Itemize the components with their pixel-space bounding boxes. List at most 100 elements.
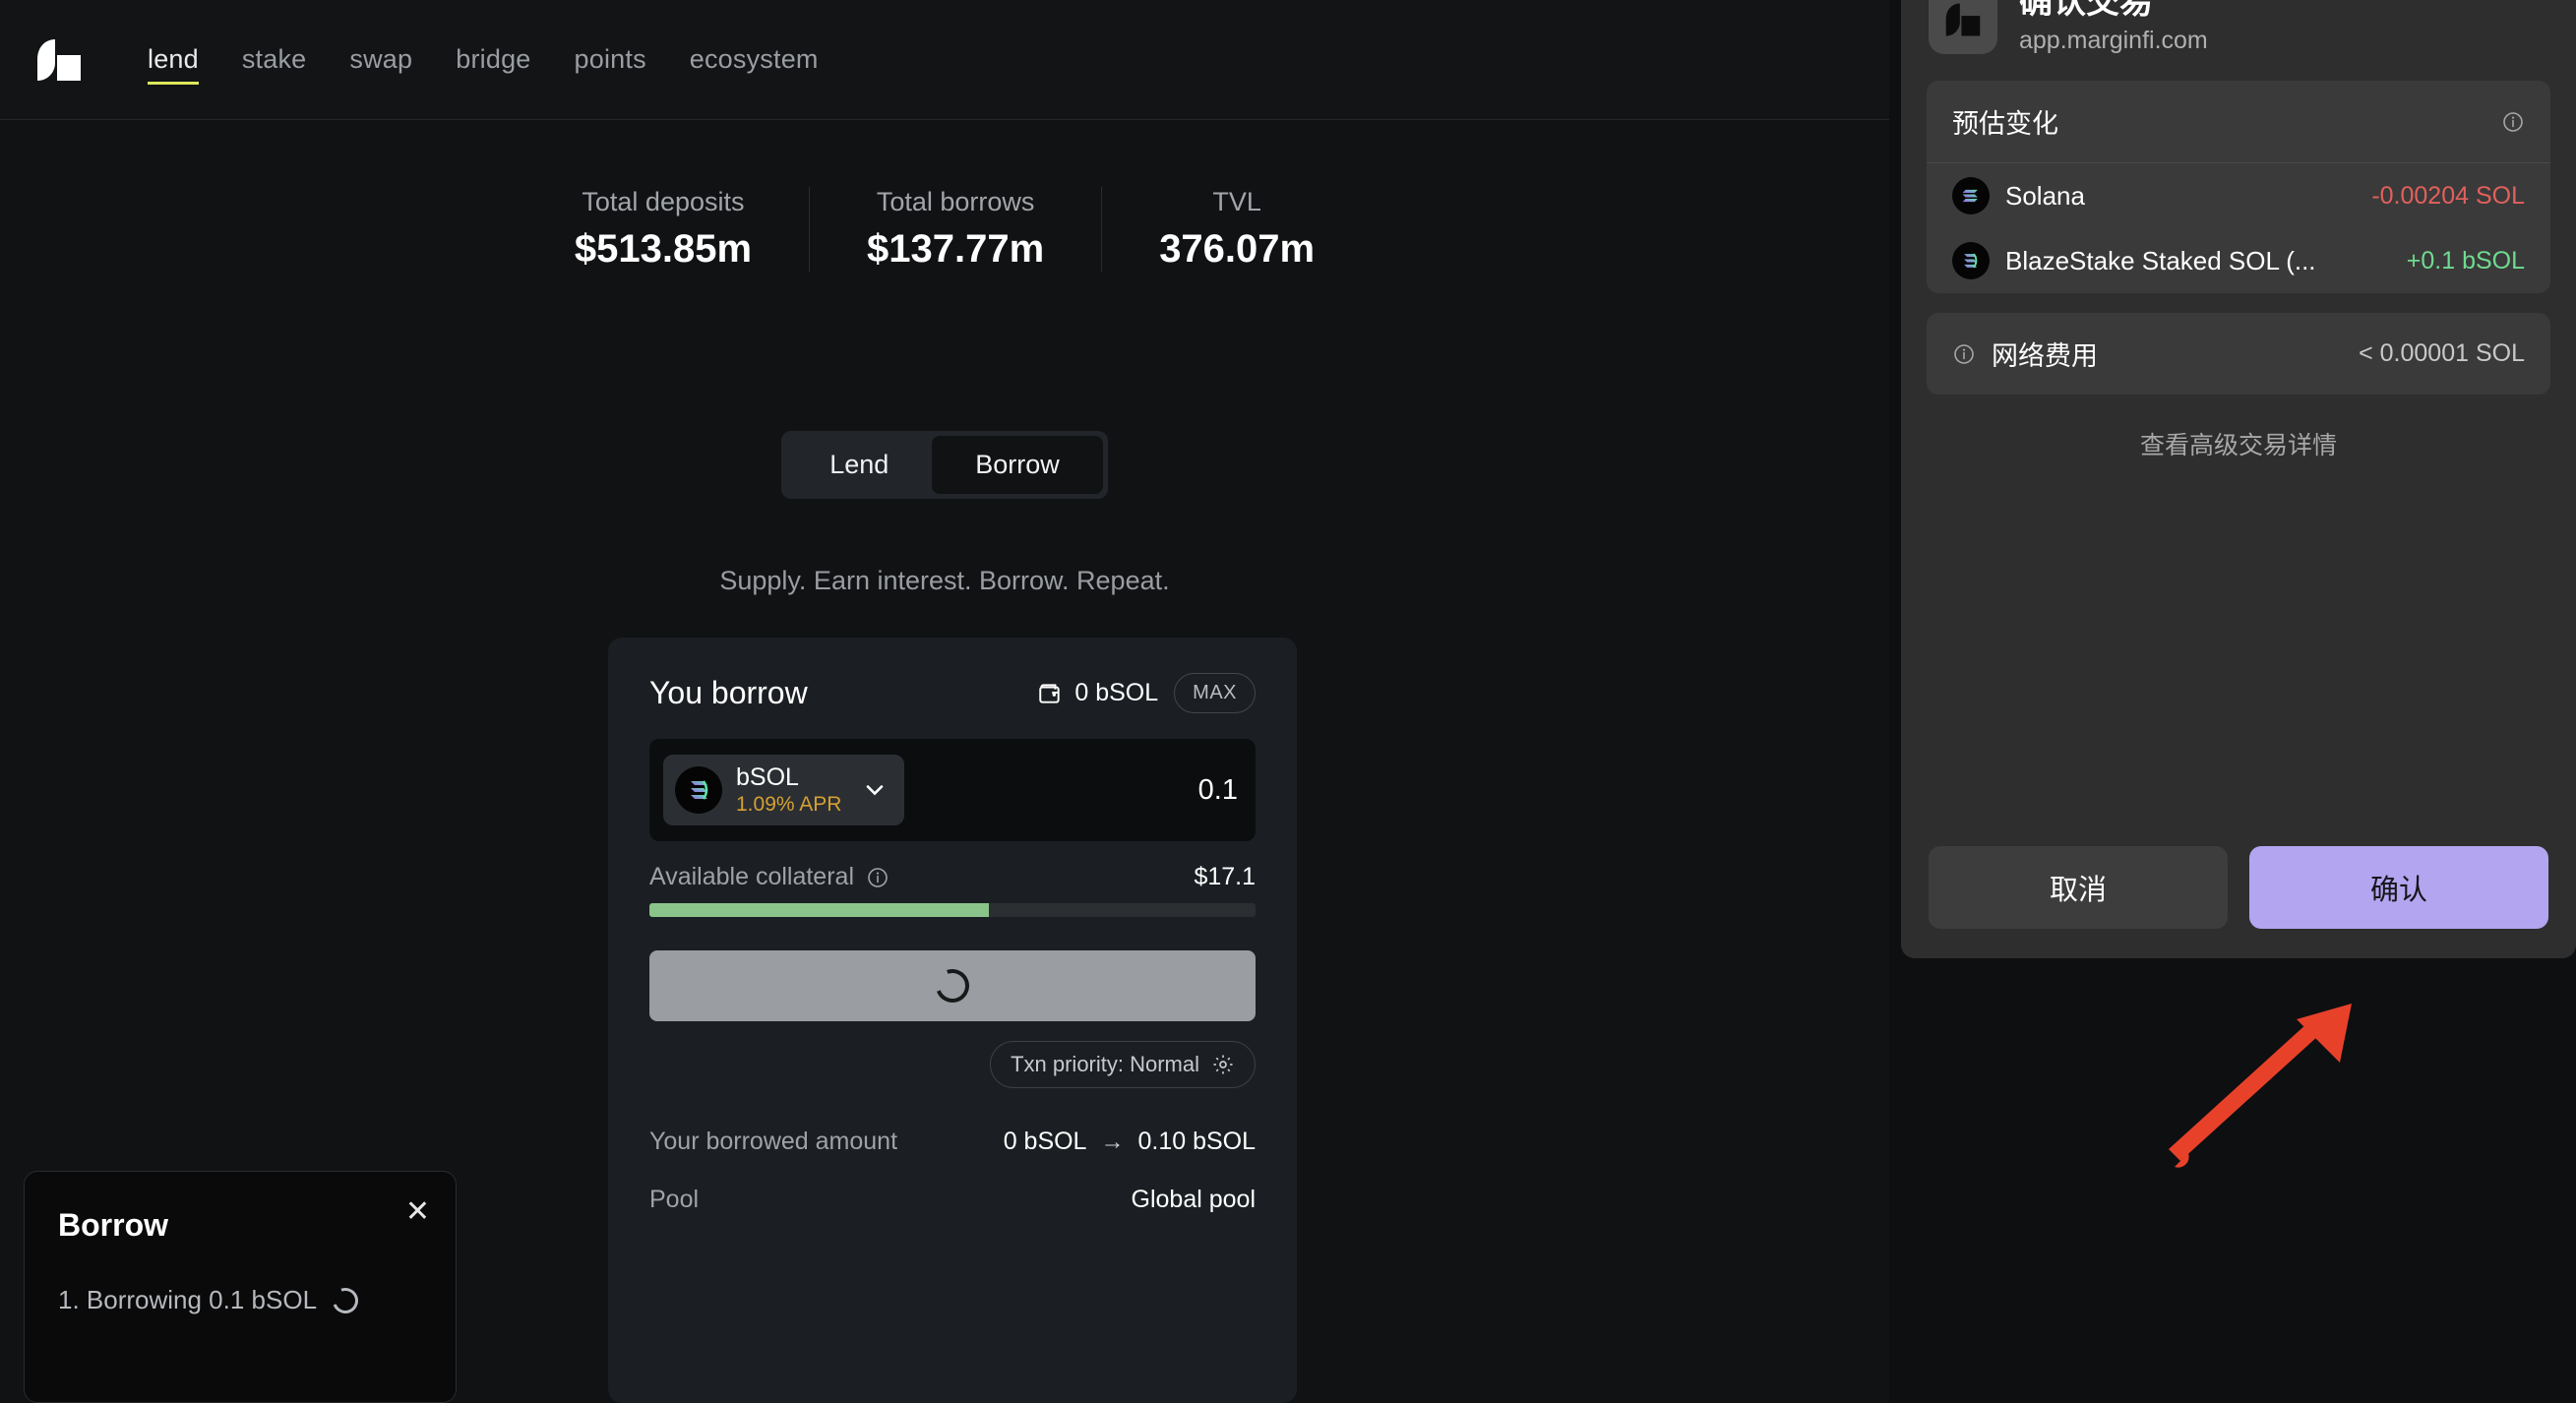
network-fee-value: < 0.00001 SOL	[2359, 339, 2525, 368]
stat-tvl: TVL 376.07m	[1101, 187, 1372, 272]
estimated-change-row: Solana -0.00204 SOL	[1927, 163, 2550, 228]
lend-borrow-toggle-wrap: Lend Borrow	[0, 431, 1889, 499]
nav-link-lend[interactable]: lend	[126, 38, 220, 85]
detail-value-to: 0.10 bSOL	[1137, 1128, 1256, 1155]
detail-value: Global pool	[1131, 1186, 1256, 1213]
wallet-confirm-panel: 确认交易 app.marginfi.com 预估变化 Solana -0.002…	[1901, 0, 2576, 958]
nav-links: lend stake swap bridge points ecosystem	[126, 38, 840, 85]
tagline: Supply. Earn interest. Borrow. Repeat.	[719, 566, 1170, 595]
token-selector[interactable]: bSOL 1.09% APR	[663, 754, 905, 826]
close-icon[interactable]: ✕	[405, 1197, 430, 1227]
stat-value: 376.07m	[1159, 227, 1316, 271]
token-info: BlazeStake Staked SOL (...	[1952, 242, 2316, 280]
info-icon[interactable]	[866, 866, 889, 889]
marginfi-app: lend stake swap bridge points ecosystem …	[0, 0, 1889, 1403]
network-fee-label: 网络费用	[1992, 341, 2098, 372]
stat-value: $513.85m	[574, 227, 753, 271]
stat-label: TVL	[1212, 187, 1261, 216]
wallet-panel-host: app.marginfi.com	[2019, 27, 2208, 55]
available-collateral-value: $17.1	[1194, 863, 1256, 890]
tab-lend[interactable]: Lend	[786, 436, 932, 494]
estimated-changes-card: 预估变化 Solana -0.00204 SOL BlazeStake Stak…	[1927, 81, 2550, 294]
toast-step-label: 1. Borrowing 0.1 bSOL	[58, 1285, 318, 1314]
collateral-label-text: Available collateral	[649, 863, 854, 890]
network-fee-card: 网络费用 < 0.00001 SOL	[1927, 313, 2550, 396]
spinner-icon	[328, 1283, 363, 1317]
top-navigation-bar: lend stake swap bridge points ecosystem	[0, 0, 1889, 120]
available-collateral-row: Available collateral $17.1	[649, 863, 1256, 891]
detail-value-from: 0 bSOL	[1003, 1128, 1087, 1155]
protocol-stats: Total deposits $513.85m Total borrows $1…	[0, 187, 1889, 272]
estimated-change-row: BlazeStake Staked SOL (... +0.1 bSOL	[1927, 228, 2550, 293]
txn-priority-label: Txn priority: Normal	[1011, 1052, 1199, 1076]
network-fee-label-group: 网络费用	[1952, 335, 2098, 373]
cancel-button[interactable]: 取消	[1929, 846, 2228, 929]
token-meta: bSOL 1.09% APR	[736, 762, 842, 817]
available-collateral-label: Available collateral	[649, 863, 889, 891]
wallet-panel-body: 预估变化 Solana -0.00204 SOL BlazeStake Stak…	[1901, 81, 2576, 467]
token-apr: 1.09% APR	[736, 793, 842, 817]
marginfi-logo-icon[interactable]	[24, 30, 94, 91]
wallet-panel-title: 确认交易	[2019, 0, 2153, 21]
info-icon[interactable]	[2501, 110, 2525, 134]
borrow-submit-button[interactable]	[649, 950, 1256, 1021]
borrow-card-header-right: 0 bSOL MAX	[1037, 673, 1256, 713]
wallet-balance: 0 bSOL	[1037, 679, 1158, 707]
token-name: Solana	[2005, 180, 2085, 211]
borrow-amount-row: bSOL 1.09% APR 0.1	[649, 739, 1256, 841]
red-arrow-annotation-icon	[2145, 964, 2421, 1186]
txn-priority-button[interactable]: Txn priority: Normal	[990, 1041, 1256, 1088]
estimated-changes-heading: 预估变化	[1952, 109, 2058, 140]
wallet-panel-footer: 取消 确认	[1901, 823, 2576, 958]
nav-link-label: bridge	[456, 44, 531, 74]
stat-total-deposits: Total deposits $513.85m	[518, 187, 809, 272]
bsol-token-icon	[1952, 242, 1990, 280]
gear-icon[interactable]	[1211, 1053, 1235, 1076]
token-symbol: bSOL	[736, 762, 799, 791]
borrow-card-header: You borrow 0 bSOL MAX	[649, 673, 1256, 713]
max-button[interactable]: MAX	[1174, 673, 1256, 713]
token-delta-amount: +0.1 bSOL	[2406, 246, 2525, 274]
detail-label: Your borrowed amount	[649, 1128, 898, 1155]
toast-title: Borrow	[58, 1207, 168, 1243]
wallet-panel-header: 确认交易 app.marginfi.com	[1901, 0, 2576, 81]
nav-link-points[interactable]: points	[553, 38, 668, 81]
bsol-token-icon	[675, 766, 722, 814]
token-name: BlazeStake Staked SOL (...	[2005, 245, 2316, 275]
nav-link-label: points	[574, 44, 646, 74]
detail-row-pool: Pool Global pool	[649, 1178, 1256, 1236]
stat-value: $137.77m	[867, 227, 1045, 271]
borrow-toast: ✕ Borrow 1. Borrowing 0.1 bSOL	[24, 1171, 457, 1403]
estimated-changes-header: 预估变化	[1927, 81, 2550, 164]
solana-token-icon	[1952, 177, 1990, 215]
nav-link-label: stake	[241, 44, 307, 74]
nav-link-stake[interactable]: stake	[220, 38, 329, 81]
nav-link-ecosystem[interactable]: ecosystem	[668, 38, 840, 81]
nav-link-bridge[interactable]: bridge	[434, 38, 552, 81]
arrow-right-icon: →	[1100, 1128, 1125, 1155]
token-info: Solana	[1952, 177, 2085, 215]
borrow-card: You borrow 0 bSOL MAX bSOL 1.09% APR 0.1…	[608, 638, 1297, 1403]
nav-link-label: lend	[148, 44, 199, 74]
detail-value: 0 bSOL → 0.10 bSOL	[1004, 1128, 1256, 1156]
borrow-amount-input[interactable]: 0.1	[1198, 774, 1238, 807]
lend-borrow-toggle: Lend Borrow	[781, 431, 1108, 499]
advanced-details-link[interactable]: 查看高级交易详情	[1927, 420, 2550, 467]
confirm-button[interactable]: 确认	[2249, 846, 2548, 929]
wallet-panel-header-text: 确认交易 app.marginfi.com	[2019, 0, 2208, 55]
chevron-down-icon[interactable]	[861, 776, 889, 804]
wallet-balance-value: 0 bSOL	[1074, 679, 1159, 706]
txn-priority-row: Txn priority: Normal	[649, 1041, 1256, 1088]
page-title: You borrow	[649, 675, 808, 710]
toast-step: 1. Borrowing 0.1 bSOL	[58, 1283, 422, 1317]
marginfi-app-icon	[1929, 0, 1997, 55]
stat-total-borrows: Total borrows $137.77m	[809, 187, 1101, 272]
nav-link-swap[interactable]: swap	[328, 38, 434, 81]
wallet-icon	[1037, 681, 1063, 706]
collateral-progress-fill	[649, 903, 989, 917]
nav-link-label: swap	[349, 44, 413, 74]
info-icon[interactable]	[1952, 342, 1976, 366]
tab-borrow[interactable]: Borrow	[932, 436, 1103, 494]
screenshot-root: lend stake swap bridge points ecosystem …	[0, 0, 2576, 1403]
token-delta-amount: -0.00204 SOL	[2371, 181, 2525, 210]
